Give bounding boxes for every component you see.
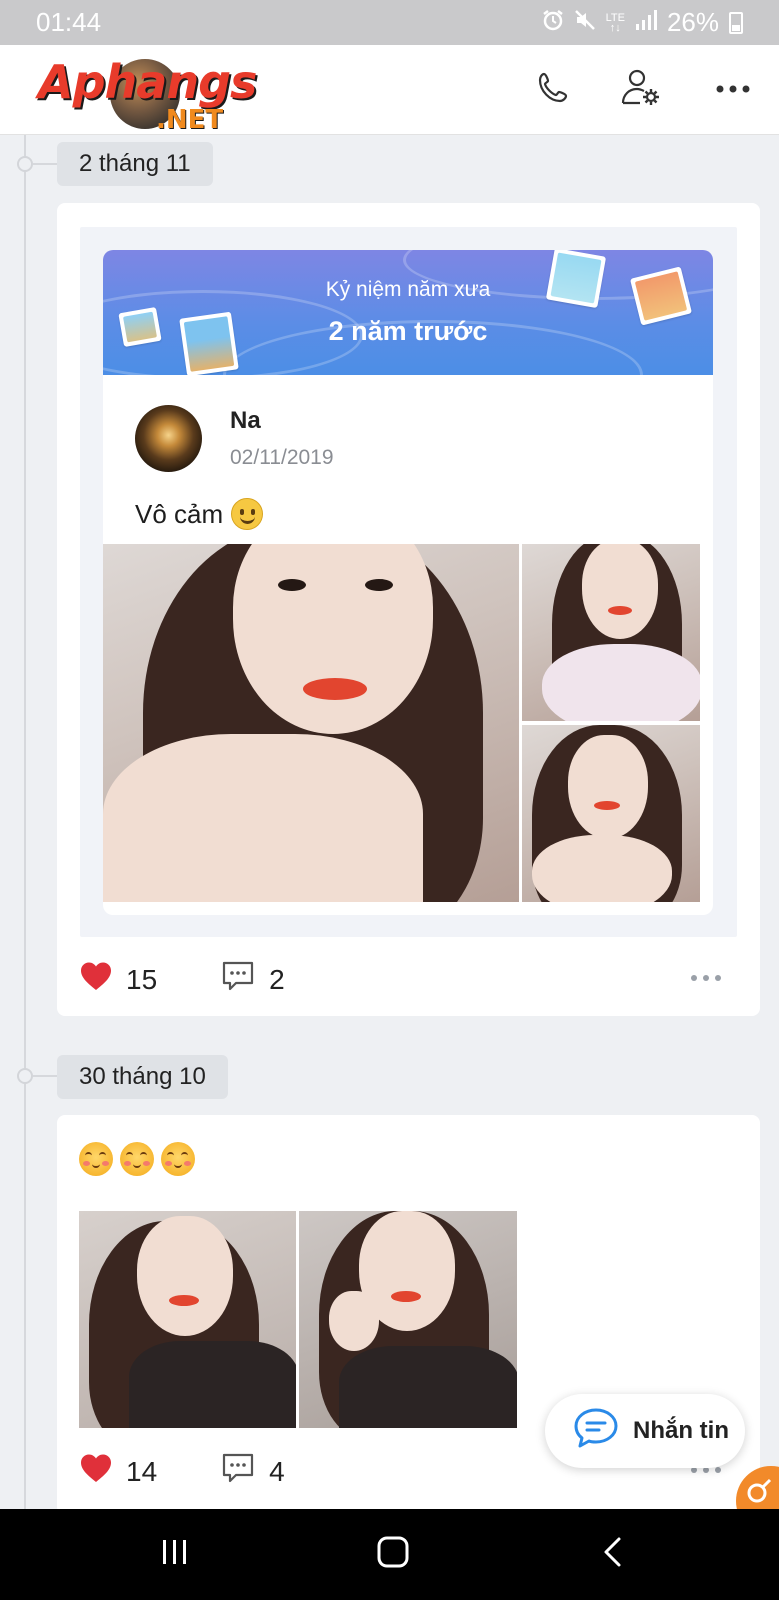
- emoji-row: [79, 1142, 202, 1181]
- post-photo-2[interactable]: [299, 1211, 517, 1428]
- post-stats: 15 2: [80, 960, 285, 999]
- post-more-button[interactable]: [691, 975, 721, 981]
- user-settings-icon: [620, 67, 662, 114]
- phone-icon: [535, 70, 571, 111]
- post-photo-1[interactable]: [79, 1211, 296, 1428]
- photo-shape: [103, 734, 423, 902]
- like-count: 15: [126, 963, 158, 995]
- photo-shape: [391, 1291, 421, 1302]
- logo-text: Aphangs: [38, 55, 257, 109]
- photo-shape: [594, 801, 620, 810]
- post-text: Vô cảm: [135, 498, 224, 529]
- alarm-icon: [542, 9, 564, 37]
- post-date: 02/11/2019: [230, 446, 334, 469]
- post-photo-side-1[interactable]: [522, 544, 700, 721]
- photo-shape: [532, 835, 672, 902]
- comment-icon: [221, 1452, 255, 1491]
- logo-suffix: .NET: [156, 105, 224, 135]
- blushing-emoji-icon: [120, 1142, 154, 1176]
- memory-title: 2 năm trước: [328, 316, 488, 346]
- message-button[interactable]: Nhắn tin: [545, 1394, 745, 1468]
- system-nav-bar: [0, 1509, 779, 1600]
- status-bar: 01:44 LTE ↑↓ 26%: [0, 0, 779, 45]
- battery-icon: [729, 11, 743, 34]
- photo-shape: [542, 644, 700, 721]
- comment-button[interactable]: 4: [221, 1452, 285, 1491]
- recent-apps-button[interactable]: [150, 1531, 200, 1577]
- profile-settings-button[interactable]: [618, 67, 664, 113]
- call-button[interactable]: [530, 67, 576, 113]
- blushing-emoji-icon: [161, 1142, 195, 1176]
- date-label: 2 tháng 11: [57, 142, 213, 186]
- avatar[interactable]: [135, 405, 202, 472]
- like-count: 14: [126, 1455, 158, 1487]
- heart-icon: [80, 1453, 112, 1490]
- timeline-dot: [17, 156, 33, 172]
- more-icon: [715, 81, 751, 99]
- mute-icon: [574, 9, 596, 37]
- timeline-tick: [33, 1075, 57, 1077]
- comment-icon: [221, 960, 255, 999]
- comment-count: 2: [269, 963, 285, 995]
- photo-shape: [365, 579, 393, 591]
- author-name[interactable]: Na: [230, 407, 261, 435]
- post-photo-side-2[interactable]: [522, 725, 700, 902]
- memory-inner: Kỷ niệm năm xưa 2 năm trước Na 02/11/201…: [103, 250, 713, 915]
- back-chevron-icon: [601, 1536, 625, 1573]
- photo-shape: [329, 1291, 379, 1351]
- blushing-emoji-icon: [79, 1142, 113, 1176]
- home-icon: [376, 1535, 410, 1574]
- photo-shape: [137, 1216, 233, 1336]
- back-button[interactable]: [588, 1531, 638, 1577]
- photo-shape: [303, 678, 367, 700]
- post-photo-main[interactable]: [103, 544, 519, 902]
- like-button[interactable]: 14: [80, 1453, 157, 1490]
- recent-apps-icon: [160, 1538, 190, 1571]
- timeline-tick: [33, 163, 57, 165]
- photo-shape: [608, 606, 632, 615]
- heart-icon: [80, 961, 112, 998]
- dot: [691, 975, 697, 981]
- memory-banner: Kỷ niệm năm xưa 2 năm trước: [103, 250, 713, 375]
- home-button[interactable]: [368, 1531, 418, 1577]
- comment-button[interactable]: 2: [221, 960, 285, 999]
- dot: [715, 975, 721, 981]
- dot: [715, 1467, 721, 1473]
- like-button[interactable]: 15: [80, 961, 157, 998]
- signal-icon: [635, 9, 657, 36]
- status-icons: LTE ↑↓ 26%: [542, 7, 743, 38]
- photo-shape: [339, 1346, 517, 1428]
- date-label: 30 tháng 10: [57, 1055, 228, 1099]
- battery-percent: 26%: [666, 7, 719, 37]
- chat-bubble-icon: [573, 1407, 619, 1456]
- photo-shape: [129, 1341, 296, 1428]
- memory-kicker: Kỷ niệm năm xưa: [325, 278, 491, 301]
- photo-shape: [169, 1295, 199, 1306]
- link-icon: [744, 1476, 774, 1511]
- status-time: 01:44: [36, 7, 102, 37]
- more-options-button[interactable]: [710, 67, 756, 113]
- timeline-dot: [17, 1068, 33, 1084]
- app-header: Aphangs .NET: [0, 45, 779, 135]
- post-stats: 14 4: [80, 1452, 285, 1491]
- photo-shape: [278, 579, 306, 591]
- site-logo[interactable]: Aphangs .NET: [38, 53, 273, 138]
- memory-card[interactable]: Kỷ niệm năm xưa 2 năm trước Na 02/11/201…: [80, 227, 737, 937]
- smile-emoji-icon: [231, 498, 264, 530]
- lte-icon: LTE ↑↓: [605, 11, 625, 34]
- timeline-line: [24, 135, 26, 1510]
- dot: [703, 975, 709, 981]
- comment-count: 4: [269, 1455, 285, 1487]
- photo-shape: [568, 735, 648, 839]
- post-caption: Vô cảm: [135, 498, 264, 530]
- message-label: Nhắn tin: [633, 1417, 729, 1444]
